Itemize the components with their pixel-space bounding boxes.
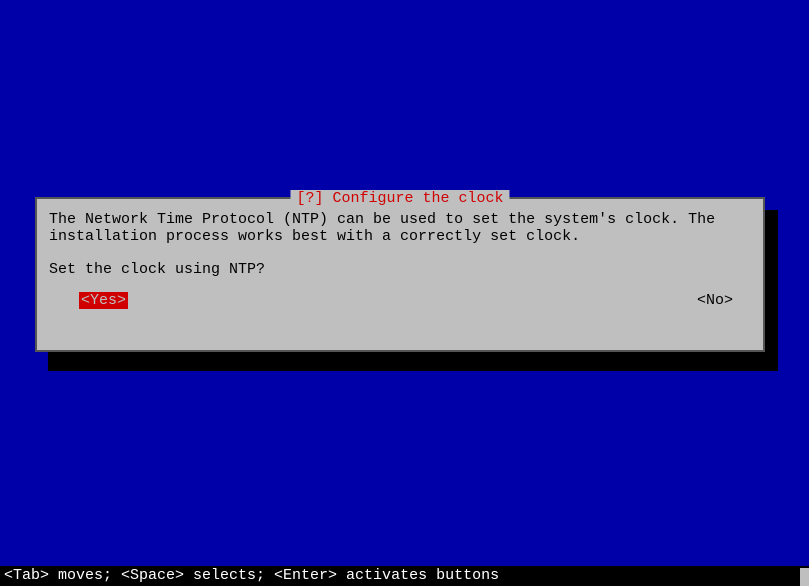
yes-button[interactable]: <Yes> — [79, 292, 128, 309]
help-bar: <Tab> moves; <Space> selects; <Enter> ac… — [0, 566, 809, 586]
configure-clock-dialog: [?] Configure the clock The Network Time… — [35, 197, 765, 352]
dialog-body-text: The Network Time Protocol (NTP) can be u… — [49, 211, 751, 245]
dialog-title: [?] Configure the clock — [290, 190, 509, 207]
dialog-content: The Network Time Protocol (NTP) can be u… — [37, 199, 763, 319]
dialog-question: Set the clock using NTP? — [49, 261, 751, 278]
dialog-buttons: <Yes> <No> — [49, 292, 751, 309]
cursor — [800, 568, 809, 586]
no-button[interactable]: <No> — [697, 292, 733, 309]
